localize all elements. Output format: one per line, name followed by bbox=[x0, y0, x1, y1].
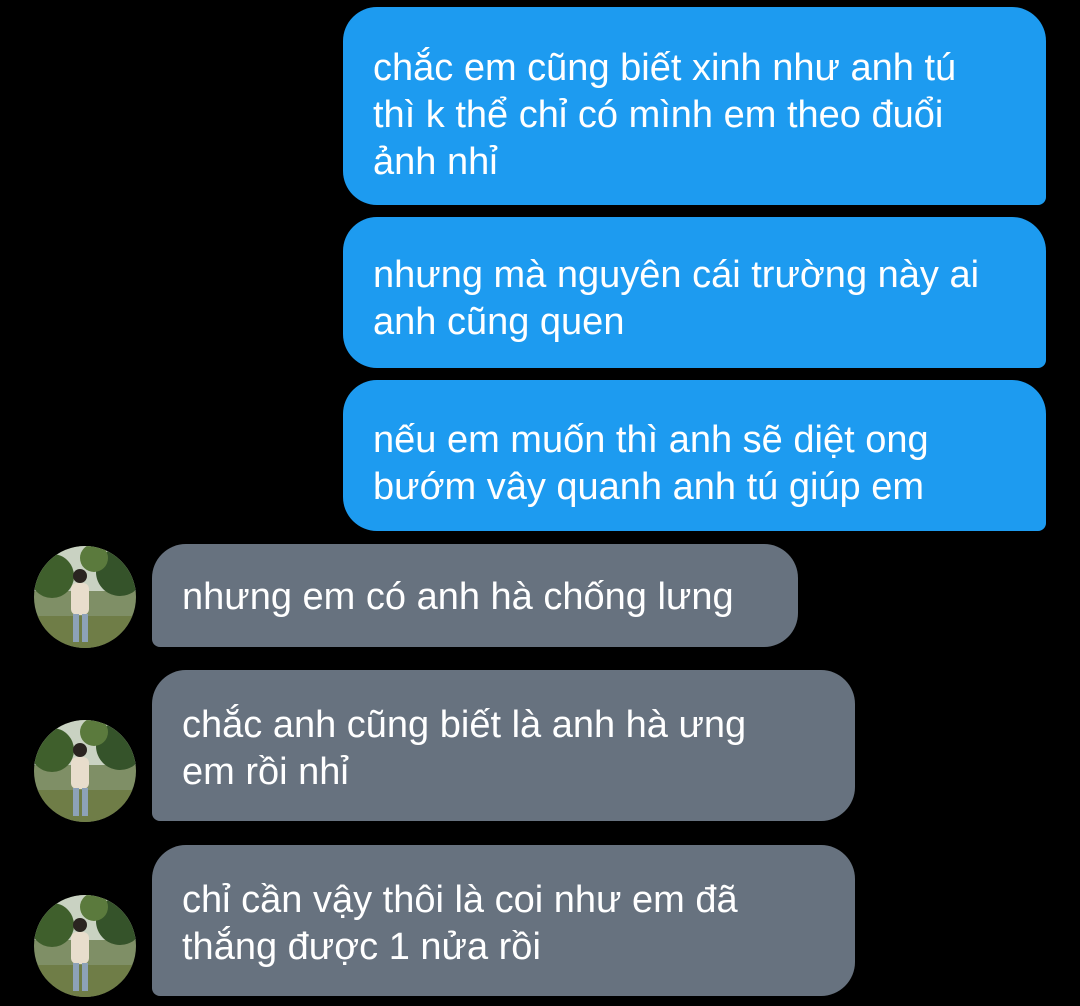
contact-photo-avatar-icon bbox=[34, 546, 136, 648]
sent-message-bubble[interactable]: nếu em muốn thì anh sẽ diệt ong bướm vây… bbox=[343, 380, 1046, 531]
contact-photo-avatar-icon bbox=[34, 895, 136, 997]
received-message-bubble[interactable]: nhưng em có anh hà chống lưng bbox=[152, 544, 798, 647]
sent-message-bubble[interactable]: chắc em cũng biết xinh như anh tú thì k … bbox=[343, 7, 1046, 205]
contact-avatar[interactable] bbox=[34, 720, 136, 822]
contact-avatar[interactable] bbox=[34, 546, 136, 648]
contact-photo-avatar-icon bbox=[34, 720, 136, 822]
sent-message-bubble[interactable]: nhưng mà nguyên cái trường này ai anh cũ… bbox=[343, 217, 1046, 368]
contact-avatar[interactable] bbox=[34, 895, 136, 997]
received-message-bubble[interactable]: chắc anh cũng biết là anh hà ưng em rồi … bbox=[152, 670, 855, 821]
received-message-bubble[interactable]: chỉ cần vậy thôi là coi như em đã thắng … bbox=[152, 845, 855, 996]
